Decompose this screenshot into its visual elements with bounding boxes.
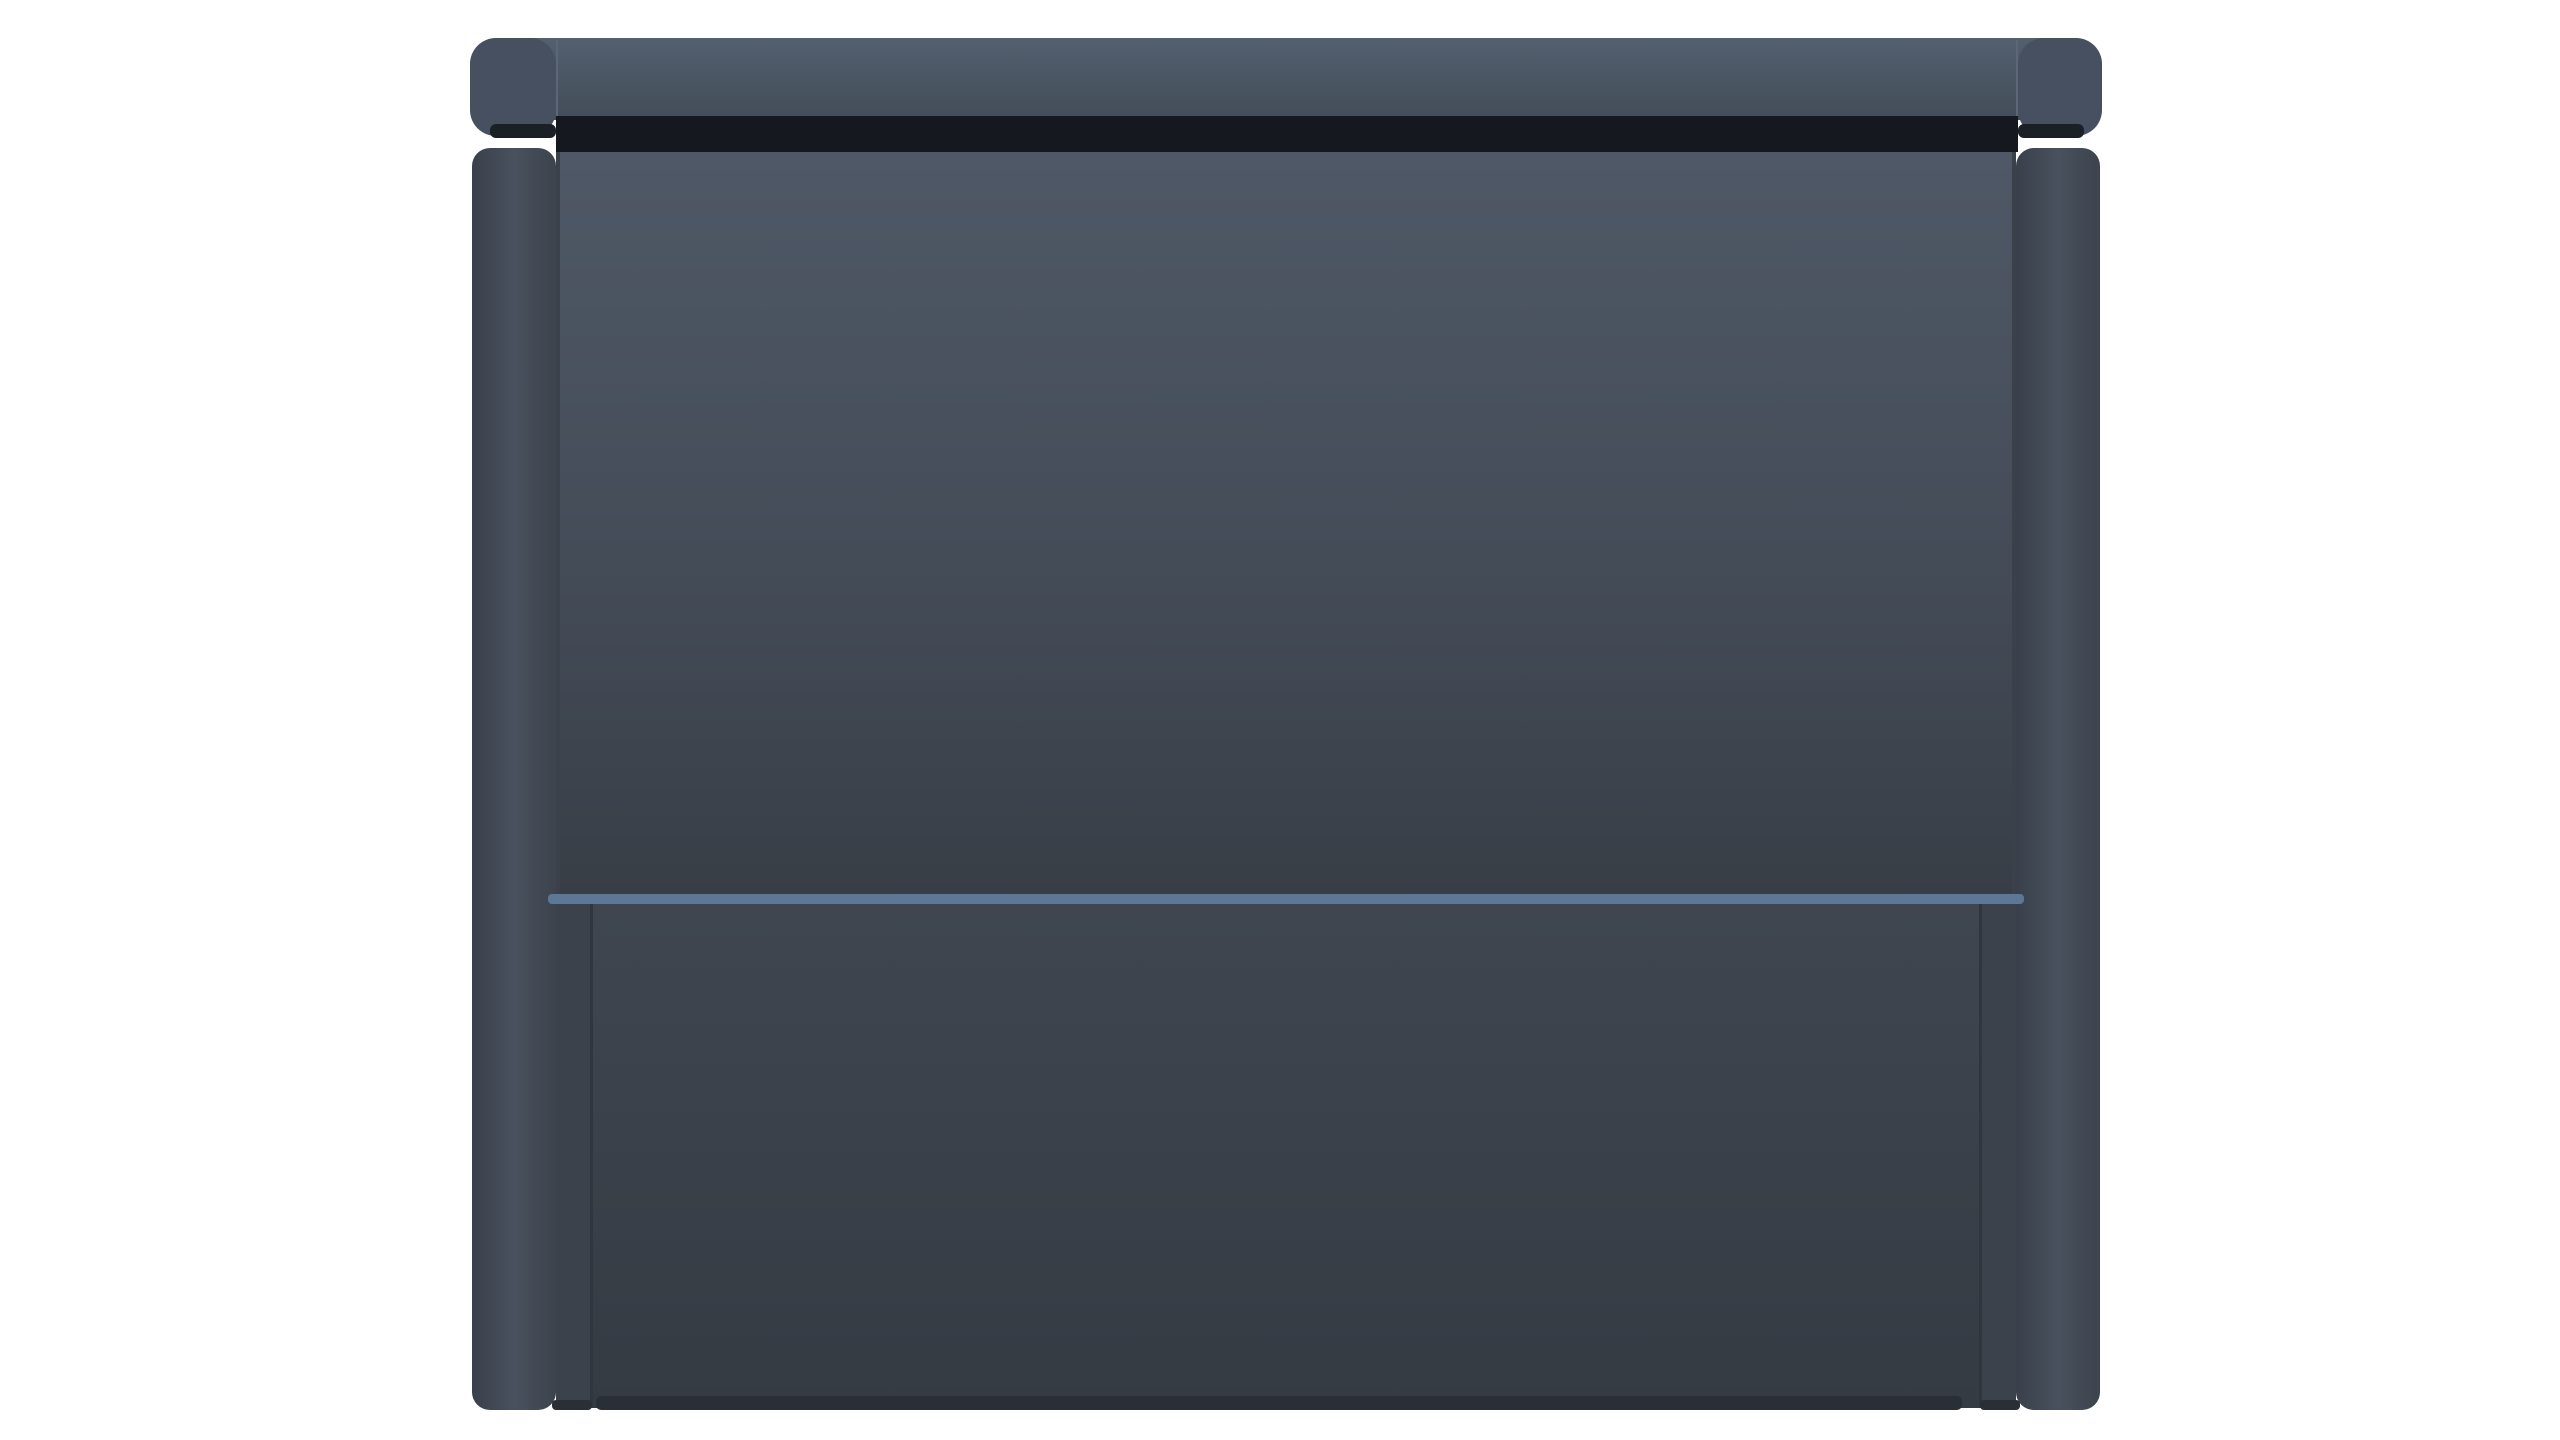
lid-seam-left [556,40,558,120]
lid-seam-right [2016,40,2018,120]
lid-gap-shadow [556,116,2018,152]
base-foot-right [1980,1400,2020,1410]
lid-hinge-left [490,124,556,138]
right-corner-post [2016,148,2100,1410]
upper-front-panel [556,152,2016,899]
lid-left-cap [470,38,556,136]
lid-panel [470,38,2102,120]
lower-left-rib [556,904,592,1408]
image-canvas [0,0,2560,1440]
horizontal-trim-rail [548,894,2024,904]
body [472,148,2100,1410]
upper-panel-edge-right [2012,152,2016,899]
base-foot-left [552,1400,592,1410]
lower-rib-seam-left [590,904,593,1408]
storage-box-illustration [470,38,2102,1410]
lid [470,38,2102,152]
lid-hinge-right [2018,124,2084,138]
lid-right-cap [2018,38,2102,136]
lower-right-rib [1980,904,2016,1408]
lower-front-panel [556,904,2016,1408]
left-corner-post [472,148,556,1410]
upper-panel-edge-left [556,152,560,899]
lower-rib-seam-right [1979,904,1982,1408]
base-shadow [596,1396,1962,1410]
